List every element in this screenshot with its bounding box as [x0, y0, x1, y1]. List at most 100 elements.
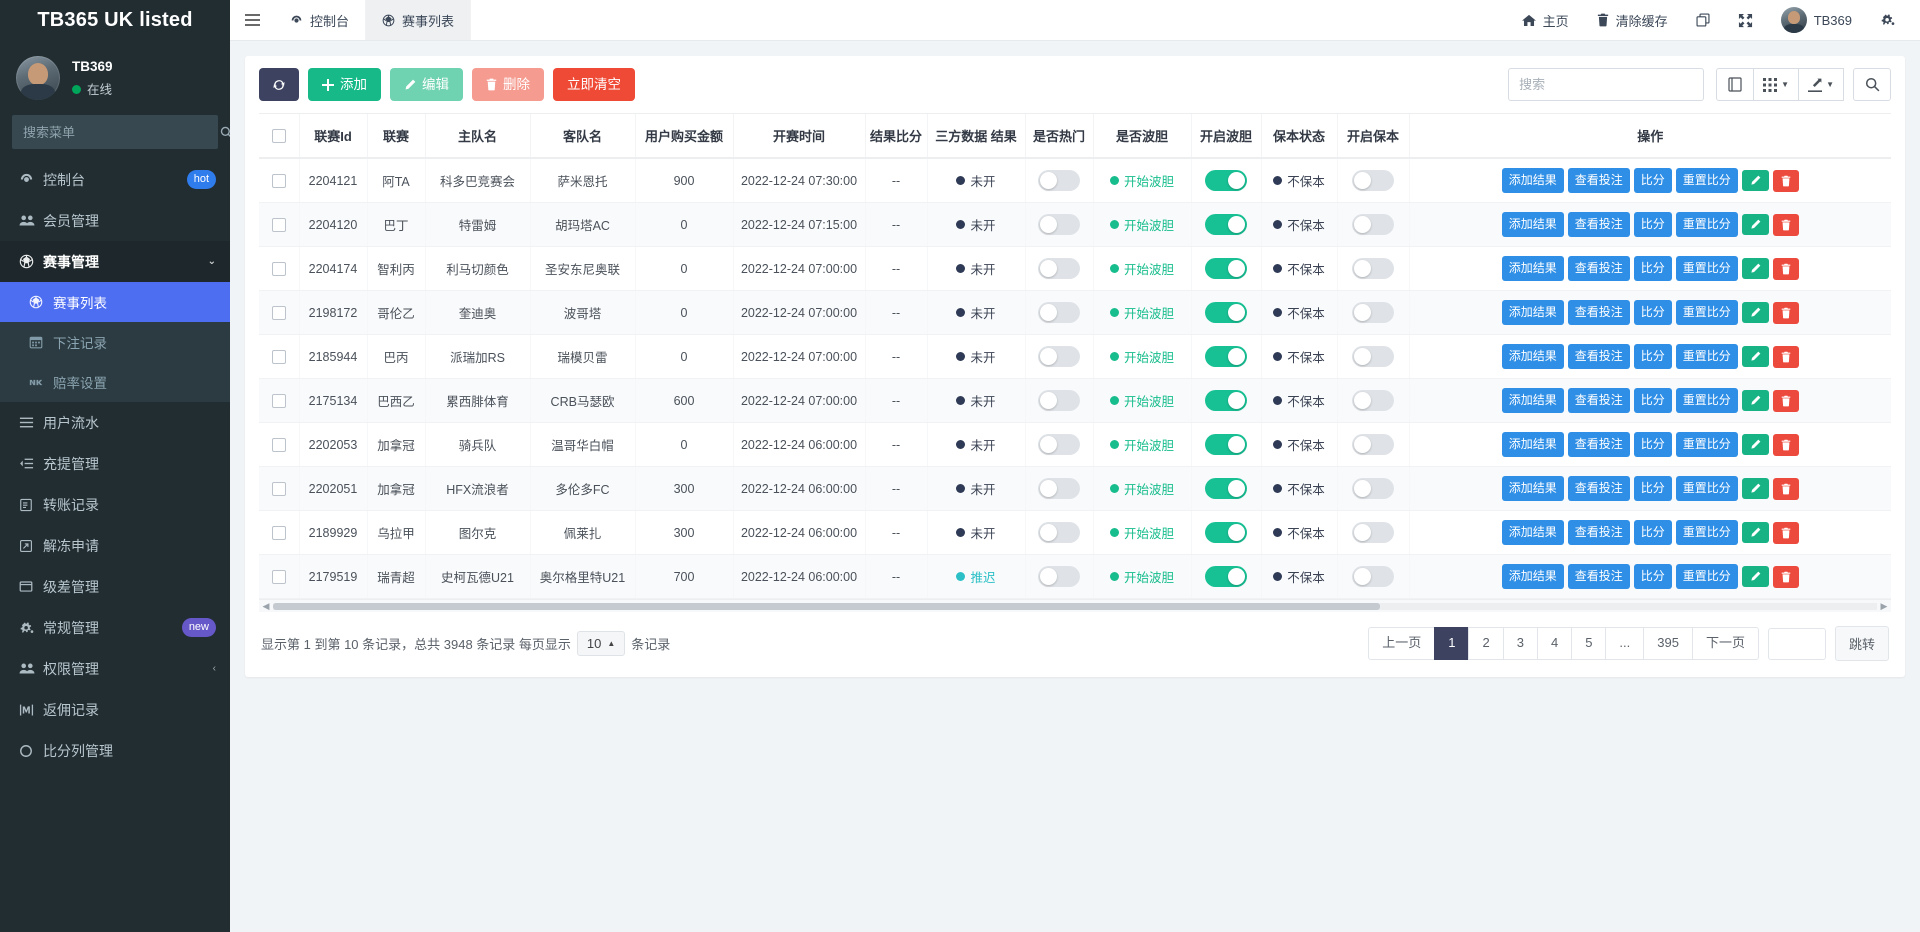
col-is-bodan[interactable]: 是否波胆	[1093, 114, 1192, 159]
row-checkbox-cell[interactable]	[259, 554, 300, 599]
open-bodan-toggle[interactable]	[1205, 302, 1247, 323]
reset-score-button[interactable]: 重置比分	[1675, 212, 1738, 237]
open-baoben-toggle[interactable]	[1352, 566, 1394, 587]
page-button-5[interactable]: 5	[1571, 627, 1607, 660]
view-bets-button[interactable]: 查看投注	[1567, 256, 1630, 281]
page-button-4[interactable]: 4	[1536, 627, 1573, 660]
view-bets-button[interactable]: 查看投注	[1567, 520, 1630, 545]
is-hot-toggle[interactable]	[1038, 302, 1080, 323]
delete-row-button[interactable]	[1772, 169, 1799, 192]
edit-row-button[interactable]	[1741, 346, 1769, 367]
open-bodan-toggle[interactable]	[1205, 566, 1247, 587]
row-checkbox[interactable]	[271, 173, 286, 188]
delete-row-button[interactable]	[1772, 433, 1799, 456]
refresh-button[interactable]	[259, 68, 299, 101]
open-bodan-toggle[interactable]	[1205, 522, 1247, 543]
cell-open-bodan[interactable]	[1191, 422, 1262, 467]
is-hot-toggle[interactable]	[1038, 566, 1080, 587]
cell-is-hot[interactable]	[1025, 158, 1094, 203]
edit-row-button[interactable]	[1741, 566, 1769, 587]
add-result-button[interactable]: 添加结果	[1501, 212, 1564, 237]
col-open-bodan[interactable]: 开启波胆	[1191, 114, 1262, 159]
cell-open-baoben[interactable]	[1337, 422, 1410, 467]
col-league[interactable]: 联赛	[367, 114, 426, 159]
row-checkbox-cell[interactable]	[259, 290, 300, 335]
row-checkbox[interactable]	[271, 437, 286, 452]
columns-grid-icon[interactable]: ▼	[1753, 68, 1800, 101]
row-checkbox-cell[interactable]	[259, 510, 300, 555]
table-row[interactable]: 2204120 巴丁 特雷姆 胡玛塔AC 0 2022-12-24 07:15:00 -- 未…	[259, 202, 1891, 247]
table-row[interactable]: 2202053 加拿冠 骑兵队 温哥华白帽 0 2022-12-24 06:00:00 --…	[259, 422, 1891, 467]
table-row[interactable]: 2185944 巴丙 派瑞加RS 瑞模贝雷 0 2022-12-24 07:00:00 --…	[259, 334, 1891, 379]
topbar-user[interactable]: TB369	[1767, 0, 1866, 41]
open-baoben-toggle[interactable]	[1352, 346, 1394, 367]
cell-open-bodan[interactable]	[1191, 246, 1262, 291]
open-baoben-toggle[interactable]	[1352, 214, 1394, 235]
delete-row-button[interactable]	[1772, 301, 1799, 324]
scrollbar-thumb[interactable]	[273, 602, 1380, 610]
is-hot-toggle[interactable]	[1038, 170, 1080, 191]
search-icon[interactable]	[1853, 68, 1891, 101]
sidebar-item-match-management[interactable]: 赛事管理 ⌄	[0, 241, 230, 282]
is-hot-toggle[interactable]	[1038, 258, 1080, 279]
sidebar-search-input[interactable]	[13, 124, 209, 140]
edit-row-button[interactable]	[1741, 478, 1769, 499]
cell-open-bodan[interactable]	[1191, 466, 1262, 511]
open-baoben-toggle[interactable]	[1352, 170, 1394, 191]
scroll-right-icon[interactable]: ▶	[1877, 601, 1891, 612]
sidebar-item-odds-settings[interactable]: 赔率设置	[0, 362, 230, 402]
score-button[interactable]: 比分	[1633, 388, 1672, 413]
open-bodan-toggle[interactable]	[1205, 214, 1247, 235]
cell-is-hot[interactable]	[1025, 554, 1094, 599]
cell-open-baoben[interactable]	[1337, 246, 1410, 291]
reset-score-button[interactable]: 重置比分	[1675, 564, 1738, 589]
edit-row-button[interactable]	[1741, 258, 1769, 279]
row-checkbox-cell[interactable]	[259, 246, 300, 291]
cell-open-baoben[interactable]	[1337, 202, 1410, 247]
view-bets-button[interactable]: 查看投注	[1567, 432, 1630, 457]
page-button-1[interactable]: 1	[1434, 627, 1470, 660]
page-button-3[interactable]: 3	[1502, 627, 1538, 660]
add-result-button[interactable]: 添加结果	[1501, 432, 1564, 457]
view-bets-button[interactable]: 查看投注	[1567, 344, 1630, 369]
sidebar-user-panel[interactable]: TB369 在线	[0, 41, 230, 115]
sidebar-item-deposit-withdraw[interactable]: 充提管理	[0, 443, 230, 484]
edit-row-button[interactable]	[1741, 390, 1769, 411]
open-baoben-toggle[interactable]	[1352, 390, 1394, 411]
cell-open-bodan[interactable]	[1191, 378, 1262, 423]
open-bodan-toggle[interactable]	[1205, 478, 1247, 499]
cell-open-baoben[interactable]	[1337, 290, 1410, 335]
add-result-button[interactable]: 添加结果	[1501, 520, 1564, 545]
edit-row-button[interactable]	[1741, 522, 1769, 543]
sidebar-item-bet-records[interactable]: 下注记录	[0, 322, 230, 362]
delete-row-button[interactable]	[1772, 521, 1799, 544]
export-icon[interactable]: ▼	[1798, 68, 1844, 101]
col-purchase-amount[interactable]: 用户购买金额	[635, 114, 734, 159]
reset-score-button[interactable]: 重置比分	[1675, 476, 1738, 501]
is-hot-toggle[interactable]	[1038, 346, 1080, 367]
table-row[interactable]: 2204121 阿TA 科多巴竞赛会 萨米恩托 900 2022-12-24 07:30:…	[259, 158, 1891, 203]
score-button[interactable]: 比分	[1633, 168, 1672, 193]
cell-open-baoben[interactable]	[1337, 554, 1410, 599]
tab-dashboard[interactable]: 控制台	[274, 0, 367, 40]
reset-score-button[interactable]: 重置比分	[1675, 256, 1738, 281]
row-checkbox[interactable]	[271, 393, 286, 408]
score-button[interactable]: 比分	[1633, 300, 1672, 325]
open-baoben-toggle[interactable]	[1352, 302, 1394, 323]
cell-open-bodan[interactable]	[1191, 158, 1262, 203]
cell-is-hot[interactable]	[1025, 422, 1094, 467]
jump-page-input[interactable]	[1767, 627, 1826, 660]
row-checkbox[interactable]	[271, 481, 286, 496]
table-row[interactable]: 2179519 瑞青超 史柯瓦德U21 奥尔格里特U21 700 2022-12-24 0…	[259, 554, 1891, 599]
table-row[interactable]: 2198172 哥伦乙 奎迪奥 波哥塔 0 2022-12-24 07:00:00 -- 未开…	[259, 290, 1891, 335]
add-result-button[interactable]: 添加结果	[1501, 388, 1564, 413]
book-icon[interactable]	[1716, 68, 1755, 101]
table-row[interactable]: 2175134 巴西乙 累西腓体育 CRB马瑟欧 600 2022-12-24 07:00…	[259, 378, 1891, 423]
edit-button[interactable]: 编辑	[390, 68, 463, 101]
add-result-button[interactable]: 添加结果	[1501, 256, 1564, 281]
search-icon[interactable]	[209, 126, 230, 139]
sidebar-item-dashboard[interactable]: 控制台 hot	[0, 159, 230, 200]
col-away-team[interactable]: 客队名	[530, 114, 636, 159]
row-checkbox-cell[interactable]	[259, 158, 300, 203]
reset-score-button[interactable]: 重置比分	[1675, 300, 1738, 325]
